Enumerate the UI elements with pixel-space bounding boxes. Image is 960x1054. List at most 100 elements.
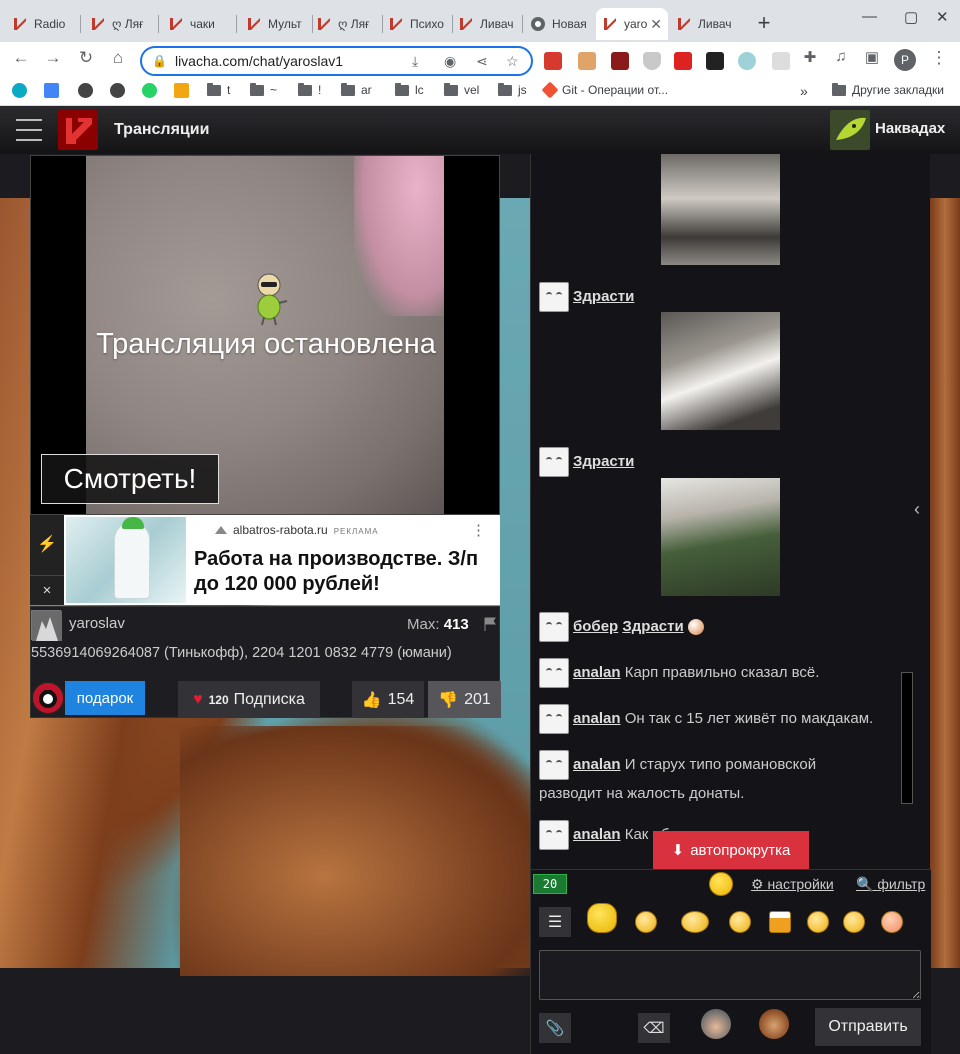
extension-icon[interactable] <box>706 52 724 70</box>
gift-button[interactable]: подарок <box>65 681 145 715</box>
video-player[interactable]: Трансляция остановлена Смотреть! <box>30 155 500 515</box>
subscribe-button[interactable]: ♥ 120 Подписка <box>178 681 320 718</box>
browser-tab[interactable]: Radio <box>6 8 76 40</box>
emoji-smile-icon[interactable] <box>729 911 751 933</box>
bookmark-folder[interactable]: ar <box>341 82 372 97</box>
chat-photo[interactable] <box>661 478 780 596</box>
emoji-grin-icon[interactable] <box>635 911 657 933</box>
chat-avatar[interactable] <box>539 704 569 734</box>
bookmark-whatsapp[interactable] <box>142 83 163 98</box>
bookmark-globe[interactable] <box>78 83 99 98</box>
bookmark-x[interactable] <box>174 83 195 98</box>
side-panel-icon[interactable]: ▣ <box>861 48 883 66</box>
address-bar[interactable]: 🔒 livacha.com/chat/yaroslav1 ⤓ ◉ ⋖ ☆ <box>140 46 533 76</box>
menu-icon[interactable] <box>16 119 42 141</box>
settings-link[interactable]: ⚙ настройки <box>751 876 834 893</box>
chat-nick[interactable]: бобер <box>573 618 618 635</box>
shield-icon[interactable] <box>643 52 661 70</box>
send-button[interactable]: Отправить <box>815 1008 921 1046</box>
reload-icon[interactable]: ↻ <box>75 48 97 68</box>
maximize-button[interactable]: ▢ <box>904 8 918 26</box>
tracking-eye-icon[interactable]: ◉ <box>444 53 456 70</box>
list-icon[interactable]: ☰ <box>539 907 571 937</box>
ad-banner[interactable]: ⚡ × albatros-rabota.ru РЕКЛАМА ⋮ Работа н… <box>30 515 500 605</box>
browser-tab-active[interactable]: yaro ✕ <box>596 8 668 40</box>
ad-headline[interactable]: Работа на производстве. З/п до 120 000 р… <box>194 547 494 597</box>
monkey-icon[interactable] <box>759 1009 789 1039</box>
browser-tab[interactable]: Мульт <box>240 8 308 40</box>
ublock-icon[interactable] <box>611 52 629 70</box>
chat-messages[interactable]: Здрасти Здрасти бобер Здрасти analan Кар… <box>531 154 915 869</box>
like-button[interactable]: 👍 154 <box>352 681 424 718</box>
chat-avatar[interactable] <box>539 820 569 850</box>
eraser-icon[interactable]: ⌫ <box>638 1013 670 1043</box>
bookmark-folder[interactable]: vel <box>444 82 479 97</box>
streamer-avatar[interactable] <box>31 610 62 641</box>
attach-icon[interactable]: 📎 <box>539 1013 571 1043</box>
bookmark-w[interactable] <box>12 83 33 98</box>
trash-icon[interactable] <box>772 52 790 70</box>
bookmark-folder[interactable]: js <box>498 82 527 97</box>
gift-icon[interactable] <box>31 681 65 715</box>
site-title[interactable]: Трансляции <box>114 121 209 139</box>
bookmark-git[interactable]: Git - Операции от... <box>541 81 668 99</box>
ad-domain[interactable]: albatros-rabota.ru РЕКЛАМА <box>215 523 379 537</box>
chat-avatar[interactable] <box>539 612 569 642</box>
chat-avatar[interactable] <box>539 658 569 688</box>
chat-nick[interactable]: analan <box>573 710 621 727</box>
chat-scrollbar[interactable] <box>901 672 913 804</box>
bookmarks-overflow[interactable]: » <box>800 83 808 99</box>
bookmark-folder[interactable]: t <box>207 82 230 97</box>
face-sticker-icon[interactable] <box>701 1009 731 1039</box>
extension-icon[interactable] <box>738 52 756 70</box>
back-icon[interactable]: ← <box>10 48 32 68</box>
emoji-girl-icon[interactable] <box>587 903 617 933</box>
bookmark-translate[interactable] <box>44 83 65 98</box>
home-icon[interactable]: ⌂ <box>107 48 129 68</box>
user-name[interactable]: Наквадах <box>875 120 945 137</box>
chat-photo[interactable] <box>661 154 780 265</box>
chat-avatar[interactable] <box>539 447 569 477</box>
chat-nick[interactable]: Здрасти <box>573 288 634 305</box>
chat-avatar[interactable] <box>539 750 569 780</box>
bookmark-star-icon[interactable]: ☆ <box>506 53 519 70</box>
new-tab-button[interactable]: + <box>752 10 776 36</box>
profile-avatar[interactable]: P <box>894 49 916 71</box>
chat-nick[interactable]: Здрасти <box>622 618 683 635</box>
emoji-cool-icon[interactable] <box>681 911 709 933</box>
flag-icon[interactable] <box>483 617 497 631</box>
browser-tab[interactable]: Психо <box>382 8 452 40</box>
filter-link[interactable]: 🔍 фильтр <box>856 876 925 893</box>
install-icon[interactable]: ⤓ <box>412 53 418 70</box>
chat-avatar[interactable] <box>539 282 569 312</box>
watch-button[interactable]: Смотреть! <box>41 454 219 504</box>
emoji-sad-icon[interactable] <box>807 911 829 933</box>
bookmark-folder[interactable]: ! <box>298 82 321 97</box>
kebab-menu-icon[interactable]: ⋮ <box>928 48 950 68</box>
chat-photo[interactable] <box>661 312 780 430</box>
emoji-blush-icon[interactable] <box>881 911 903 933</box>
smiley-icon[interactable] <box>709 872 733 896</box>
forward-icon[interactable]: → <box>42 48 64 68</box>
message-input[interactable] <box>539 950 921 1000</box>
ad-close-button[interactable]: × <box>30 575 64 605</box>
browser-tab[interactable]: Ливач <box>452 8 522 40</box>
extension-icon[interactable] <box>674 52 692 70</box>
beer-icon[interactable] <box>769 911 791 933</box>
share-icon[interactable]: ⋖ <box>476 53 488 70</box>
close-tab-icon[interactable]: ✕ <box>650 16 662 33</box>
bookmark-folder[interactable]: ~ <box>250 82 277 97</box>
ad-image[interactable] <box>66 517 186 603</box>
chat-nick[interactable]: analan <box>573 664 621 681</box>
chat-nick[interactable]: analan <box>573 826 621 843</box>
chevron-left-icon[interactable]: ‹ <box>914 499 930 539</box>
emoji-confused-icon[interactable] <box>843 911 865 933</box>
site-logo[interactable] <box>58 110 98 150</box>
bookmark-globe[interactable] <box>110 83 131 98</box>
puzzle-icon[interactable]: ✚ <box>799 48 821 66</box>
chat-nick[interactable]: analan <box>573 756 621 773</box>
ad-menu-icon[interactable]: ⋮ <box>471 521 486 539</box>
browser-tab[interactable]: Новая <box>524 8 594 40</box>
browser-tab[interactable]: ღ Ляғ <box>310 8 380 40</box>
streamer-name[interactable]: yaroslav <box>69 615 125 632</box>
